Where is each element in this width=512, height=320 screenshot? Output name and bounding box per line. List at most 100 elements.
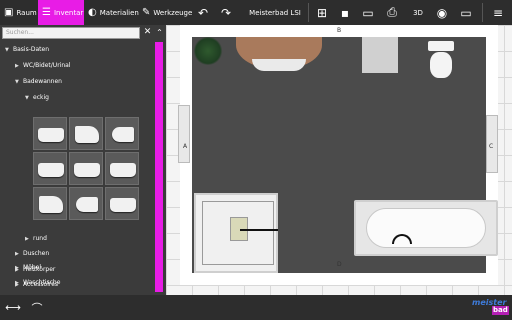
divider: [482, 3, 483, 22]
bathtub-thumbnail[interactable]: [69, 152, 103, 185]
tree-item-rund[interactable]: ▶ rund: [25, 234, 47, 244]
save-icon: ▪: [340, 5, 350, 20]
toilet-bowl: [430, 52, 452, 78]
chevron-right-icon: ▶: [15, 282, 19, 288]
folder-icon: ▭: [362, 5, 374, 20]
tree-item-basis-daten[interactable]: ▼ Basis-Daten: [5, 45, 49, 55]
project-title: Meisterbad LSI: [249, 8, 301, 17]
bathtub-thumbnail[interactable]: [33, 152, 67, 185]
bathtub-icon: [112, 127, 134, 142]
monitor-button[interactable]: ▭: [456, 3, 476, 22]
bathtub-thumbnail[interactable]: [33, 117, 67, 150]
wall-label-bottom: D: [337, 261, 342, 268]
measure-icon: ⟷: [5, 301, 21, 314]
tree-item-wc[interactable]: ▶ WC/Bidet/Urinal: [15, 61, 70, 71]
tree-item-label: Heizkörper: [23, 266, 56, 273]
search-input[interactable]: Suchen...: [2, 27, 140, 39]
undo-button[interactable]: ↶: [193, 3, 213, 22]
wall-label-top: B: [337, 27, 342, 34]
menu-button[interactable]: ≡: [488, 3, 508, 22]
new-file-button[interactable]: ⊞: [312, 3, 332, 22]
chevron-up-icon: ⌃: [156, 28, 163, 37]
tree-item-heizkoerper[interactable]: ▶ Heizkörper: [15, 265, 55, 275]
bathtub-icon: [38, 128, 64, 142]
collapse-button[interactable]: ⌃: [154, 26, 165, 39]
bathtub-icon: [39, 196, 63, 213]
tab-raum-label: Raum: [16, 8, 37, 17]
view-3d-label: 3D: [413, 8, 423, 17]
tab-inventar-label: Inventar: [53, 8, 84, 17]
monitor-icon: ▭: [460, 5, 472, 20]
tree-item-label: eckig: [33, 94, 49, 101]
tree-item-eckig[interactable]: ▼ eckig: [25, 93, 49, 103]
save-button[interactable]: ▪: [335, 3, 355, 22]
tree-item-label: WC/Bidet/Urinal: [23, 62, 71, 69]
bathtub-object[interactable]: [354, 200, 498, 256]
tree-item-duschen[interactable]: ▶ Duschen: [15, 249, 49, 259]
chevron-right-icon: ▶: [25, 236, 29, 242]
tree-item-label: Duschen: [23, 250, 50, 257]
open-folder-button[interactable]: ▭: [358, 3, 378, 22]
remote-icon: ⌒: [31, 301, 43, 315]
room-icon: ▣: [4, 6, 14, 18]
divider: [308, 3, 309, 22]
remote-button[interactable]: ⌒: [26, 298, 48, 317]
print-button[interactable]: ⎙: [382, 3, 402, 22]
tab-inventar[interactable]: ☰ Inventar: [38, 0, 84, 25]
bathtub-icon: [74, 163, 100, 177]
hamburger-menu-icon: ≡: [492, 5, 504, 20]
camera-button[interactable]: ◉: [432, 3, 452, 22]
tree-item-label: Accessoires: [23, 281, 59, 288]
bathtub-icon: [76, 197, 98, 212]
tree-item-accessoires[interactable]: ▶ Accessoires: [15, 280, 58, 290]
bathtub-thumbnail[interactable]: [33, 187, 67, 220]
chevron-right-icon: ▶: [15, 267, 19, 273]
close-icon: ✕: [143, 27, 152, 37]
toilet-object[interactable]: [428, 41, 454, 81]
tab-werkzeuge[interactable]: ✎ Werkzeuge: [142, 0, 192, 25]
clear-search-button[interactable]: ✕: [142, 26, 153, 39]
printer-icon: ⎙: [387, 5, 397, 19]
tab-raum[interactable]: ▣ Raum: [4, 0, 37, 25]
catalog-tree: ▼ Basis-Daten ▶ WC/Bidet/Urinal ▼ Badewanne…: [0, 42, 155, 292]
chevron-down-icon: ▼: [15, 79, 19, 85]
chevron-down-icon: ▼: [5, 47, 9, 53]
bathtub-thumbnail[interactable]: [105, 117, 139, 150]
list-icon: ☰: [42, 6, 51, 18]
bathtub-icon: [38, 163, 64, 177]
bathtub-basin: [366, 208, 486, 248]
bathtub-thumbnail[interactable]: [69, 117, 103, 150]
tree-item-label: Basis-Daten: [13, 46, 50, 53]
shower-object[interactable]: [194, 193, 278, 273]
bathtub-icon: [110, 198, 136, 212]
cabinet-object[interactable]: [362, 37, 398, 73]
floor-plan-canvas[interactable]: B A C D: [166, 25, 512, 295]
bathtub-icon: [75, 126, 99, 143]
redo-icon: ↷: [220, 5, 232, 20]
bathtub-thumbnail[interactable]: [69, 187, 103, 220]
wall-label-right: C: [489, 143, 494, 150]
undo-icon: ↶: [197, 5, 209, 20]
chevron-right-icon: ▶: [15, 63, 19, 69]
tab-werkzeuge-label: Werkzeuge: [153, 8, 193, 17]
view-3d-button[interactable]: 3D: [408, 3, 428, 22]
bottom-toolbar: ⟷ ⌒ meister bad: [0, 295, 512, 320]
tab-materialien[interactable]: ◐ Materialien: [88, 0, 139, 25]
tree-item-label: rund: [33, 235, 47, 242]
measure-button[interactable]: ⟷: [2, 298, 24, 317]
plant-object[interactable]: [193, 37, 223, 65]
door-left[interactable]: [178, 105, 190, 163]
tree-item-badewannen[interactable]: ▼ Badewannen: [15, 77, 62, 87]
wall-label-left: A: [183, 143, 188, 150]
redo-button[interactable]: ↷: [216, 3, 236, 22]
inventory-sidebar: Suchen... ✕ ⌃ ▼ Basis-Daten ▶ WC/Bidet/Uri…: [0, 25, 166, 295]
bathtub-icon: [110, 163, 136, 177]
top-toolbar: ▣ Raum ☰ Inventar ◐ Materialien ✎ Werkze…: [0, 0, 512, 25]
wall-bottom[interactable]: [180, 273, 498, 285]
brand-logo: meister bad: [470, 297, 510, 317]
sidebar-scrollbar[interactable]: [155, 42, 163, 292]
bathtub-thumbnail[interactable]: [105, 152, 139, 185]
logo-text: bad: [492, 306, 509, 315]
chevron-right-icon: ▶: [15, 251, 19, 257]
bathtub-thumbnail[interactable]: [105, 187, 139, 220]
